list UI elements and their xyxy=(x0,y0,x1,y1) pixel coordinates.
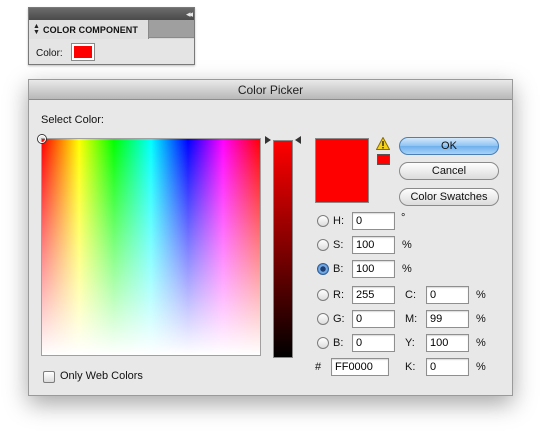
cyan-input[interactable] xyxy=(426,286,469,304)
magenta-input[interactable] xyxy=(426,310,469,328)
dialog-title: Color Picker xyxy=(29,80,512,100)
panel-body: Color: xyxy=(29,39,194,64)
brightness-unit: % xyxy=(402,263,412,275)
black-unit: % xyxy=(476,361,486,373)
panel-titlebar: ◂◂ xyxy=(29,8,194,20)
tab-options-icon: ▲ ▼ xyxy=(33,22,40,36)
color-preview xyxy=(315,138,369,203)
black-label: K: xyxy=(405,361,416,373)
blue-input[interactable] xyxy=(352,334,395,352)
color-swatch-fill xyxy=(74,46,92,58)
color-label: Color: xyxy=(36,48,63,59)
color-component-panel: ◂◂ ▲ ▼ COLOR COMPONENT Color: xyxy=(28,7,195,65)
slider-left-arrow-icon[interactable] xyxy=(265,136,271,144)
hue-input[interactable] xyxy=(352,212,395,230)
magenta-unit: % xyxy=(476,313,486,325)
green-input[interactable] xyxy=(352,310,395,328)
color-field-marker[interactable] xyxy=(38,135,46,143)
yellow-unit: % xyxy=(476,337,486,349)
saturation-input[interactable] xyxy=(352,236,395,254)
cancel-button[interactable]: Cancel xyxy=(399,162,499,180)
select-color-label: Select Color: xyxy=(41,114,104,126)
only-web-colors-label: Only Web Colors xyxy=(60,370,143,382)
warning-icon[interactable] xyxy=(376,137,390,150)
radio-hue[interactable] xyxy=(317,215,329,227)
color-swatch-button[interactable] xyxy=(71,43,95,61)
hue-label: H: xyxy=(333,215,344,227)
red-label: R: xyxy=(333,289,344,301)
web-safe-swatch[interactable] xyxy=(377,154,390,165)
radio-brightness[interactable] xyxy=(317,263,329,275)
radio-red[interactable] xyxy=(317,289,329,301)
only-web-colors-checkbox[interactable] xyxy=(43,371,55,383)
blue-label: B: xyxy=(333,337,344,349)
green-label: G: xyxy=(333,313,345,325)
hue-unit: ° xyxy=(401,212,406,224)
brightness-label: B: xyxy=(333,263,344,275)
brightness-input[interactable] xyxy=(352,260,395,278)
color-picker-dialog: Color Picker Select Color: OK Cancel Col… xyxy=(28,79,513,396)
magenta-label: M: xyxy=(405,313,418,325)
hex-input[interactable] xyxy=(331,358,389,376)
radio-green[interactable] xyxy=(317,313,329,325)
panel-collapse-icon[interactable]: ◂◂ xyxy=(186,8,193,20)
radio-blue[interactable] xyxy=(317,337,329,349)
yellow-input[interactable] xyxy=(426,334,469,352)
color-field[interactable] xyxy=(38,135,261,356)
saturation-unit: % xyxy=(402,239,412,251)
cyan-unit: % xyxy=(476,289,486,301)
cyan-label: C: xyxy=(405,289,416,301)
ok-button[interactable]: OK xyxy=(399,137,499,155)
slider-right-arrow-icon[interactable] xyxy=(295,136,301,144)
black-input[interactable] xyxy=(426,358,469,376)
hex-label: # xyxy=(315,361,322,373)
red-input[interactable] xyxy=(352,286,395,304)
color-swatches-button[interactable]: Color Swatches xyxy=(399,188,499,206)
yellow-label: Y: xyxy=(405,337,415,349)
tab-label: COLOR COMPONENT xyxy=(43,24,138,35)
panel-tab-row: ▲ ▼ COLOR COMPONENT xyxy=(29,20,194,39)
radio-saturation[interactable] xyxy=(317,239,329,251)
tab-color-component[interactable]: ▲ ▼ COLOR COMPONENT xyxy=(29,20,149,39)
color-slider[interactable] xyxy=(273,140,293,358)
saturation-label: S: xyxy=(333,239,344,251)
